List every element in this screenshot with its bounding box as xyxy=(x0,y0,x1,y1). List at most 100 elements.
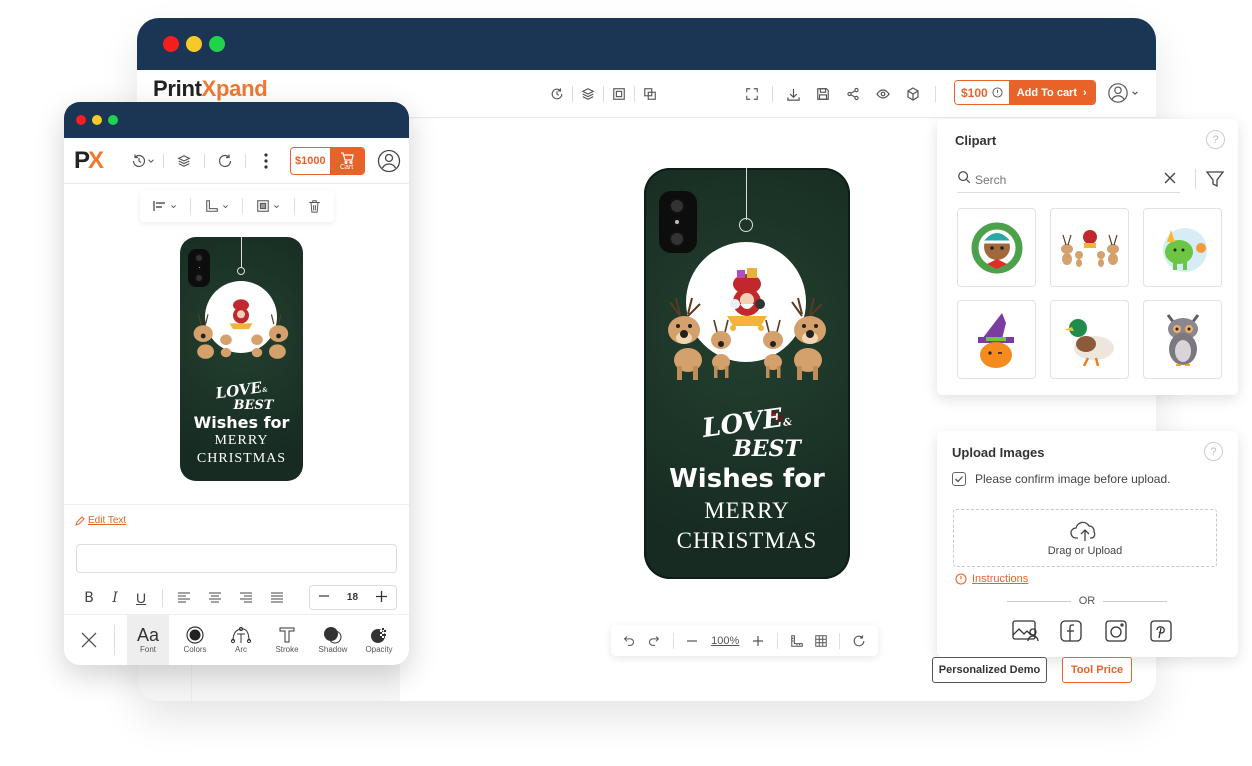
clear-search-icon[interactable] xyxy=(1164,171,1180,188)
ruler-icon[interactable] xyxy=(788,630,806,652)
font-size-value[interactable]: 18 xyxy=(347,592,358,603)
reindeer-sleigh-icon xyxy=(1060,229,1119,267)
tool-shadow[interactable]: Shadow xyxy=(311,615,355,665)
tool-arc[interactable]: Arc xyxy=(219,615,263,665)
maximize-window-button[interactable] xyxy=(108,115,118,125)
tool-colors[interactable]: Colors xyxy=(173,615,217,665)
instructions-link[interactable]: Instructions xyxy=(955,573,1028,585)
minimize-window-button[interactable] xyxy=(92,115,102,125)
upload-dropzone[interactable]: Drag or Upload xyxy=(953,509,1217,567)
user-icon xyxy=(1108,83,1128,103)
layers-icon[interactable] xyxy=(576,82,600,106)
clipart-item-owl[interactable] xyxy=(1143,300,1222,379)
justify-button[interactable] xyxy=(264,586,290,610)
grid-icon[interactable] xyxy=(812,630,830,652)
chevron-down-icon xyxy=(170,204,176,208)
delete-icon[interactable] xyxy=(308,199,321,213)
preview-icon[interactable] xyxy=(871,82,895,106)
gallery-icon[interactable] xyxy=(1012,618,1040,644)
text-input[interactable] xyxy=(76,544,397,573)
bold-button[interactable]: B xyxy=(76,586,102,610)
chevron-down-icon xyxy=(222,204,228,208)
mobile-design-text-wishes: Wishes for xyxy=(193,413,290,432)
confirm-checkbox[interactable] xyxy=(952,472,966,486)
clipart-search-input[interactable] xyxy=(975,172,1164,187)
minimize-window-button[interactable] xyxy=(186,36,202,52)
redo-icon[interactable] xyxy=(645,630,663,652)
user-icon[interactable] xyxy=(377,149,401,178)
3d-view-icon[interactable] xyxy=(901,82,925,106)
clipart-item-dinosaur-party[interactable] xyxy=(1143,208,1222,287)
maximize-window-button[interactable] xyxy=(209,36,225,52)
phone-case-preview[interactable]: LOVE& BEST Wishes for MERRY CHRISTMAS xyxy=(644,168,850,579)
tool-font[interactable]: Aa Font xyxy=(127,615,169,665)
text-edit-panel: Edit Text B I U 18 xyxy=(64,504,409,614)
clipart-item-reindeer-sleigh[interactable] xyxy=(1050,208,1129,287)
clipart-item-pumpkin-witch-hat[interactable] xyxy=(957,300,1036,379)
save-icon[interactable] xyxy=(811,82,835,106)
help-icon[interactable]: ? xyxy=(1206,130,1225,149)
underline-button[interactable]: U xyxy=(128,586,154,610)
personalized-demo-button[interactable]: Personalized Demo xyxy=(932,657,1047,683)
filter-icon[interactable] xyxy=(1205,169,1225,194)
mobile-titlebar xyxy=(64,102,409,138)
zoom-level[interactable]: 100% xyxy=(707,635,743,647)
edit-text-link[interactable]: Edit Text xyxy=(75,515,126,526)
tool-opacity[interactable]: Opacity xyxy=(357,615,401,665)
shadow-icon xyxy=(324,627,342,644)
instagram-icon[interactable] xyxy=(1102,618,1130,644)
user-menu-button[interactable] xyxy=(1107,82,1139,104)
fullscreen-icon[interactable] xyxy=(740,82,764,106)
clipart-item-bear-wreath[interactable] xyxy=(957,208,1036,287)
confirm-label: Please confirm image before upload. xyxy=(975,472,1171,486)
add-to-cart-label: Add To cart xyxy=(1016,86,1077,99)
italic-button[interactable]: I xyxy=(102,586,128,610)
history-dropdown[interactable] xyxy=(128,149,158,173)
px-logo: PX xyxy=(74,147,104,174)
design-text-amp: & xyxy=(782,416,793,429)
canvas-zoom-toolbar: 100% xyxy=(611,625,878,656)
clipart-item-mallard-duck[interactable] xyxy=(1050,300,1129,379)
share-icon[interactable] xyxy=(841,82,865,106)
bear-wreath-icon xyxy=(971,222,1022,273)
group-icon[interactable] xyxy=(607,82,631,106)
colors-icon xyxy=(186,626,204,644)
facebook-icon[interactable] xyxy=(1057,618,1085,644)
align-icon xyxy=(153,201,165,211)
decrease-size-button[interactable] xyxy=(318,591,329,604)
help-icon[interactable]: ? xyxy=(1204,442,1223,461)
layers-icon[interactable] xyxy=(169,149,199,173)
close-window-button[interactable] xyxy=(76,115,86,125)
tool-stroke[interactable]: Stroke xyxy=(265,615,309,665)
redo-icon[interactable] xyxy=(210,149,240,173)
design-text-merry: MERRY xyxy=(704,498,790,523)
zoom-out-button[interactable] xyxy=(683,630,701,652)
add-to-cart-button[interactable]: $100 Add To cart › xyxy=(954,80,1096,105)
close-icon[interactable] xyxy=(64,631,114,649)
reset-icon[interactable] xyxy=(850,630,868,652)
download-icon[interactable] xyxy=(781,82,805,106)
mobile-price: $1000 xyxy=(291,148,330,174)
mobile-phone-case-preview[interactable]: LOVE& BEST Wishes for MERRY CHRISTMAS xyxy=(180,237,303,481)
tool-price-button[interactable]: Tool Price xyxy=(1062,657,1132,683)
align-left-button[interactable] xyxy=(171,586,197,610)
align-center-button[interactable] xyxy=(202,586,228,610)
arrange-dropdown[interactable] xyxy=(256,199,280,213)
history-icon[interactable] xyxy=(545,82,569,106)
align-dropdown[interactable] xyxy=(153,200,177,212)
align-right-button[interactable] xyxy=(233,586,259,610)
close-window-button[interactable] xyxy=(163,36,179,52)
size-dropdown[interactable] xyxy=(205,199,229,213)
increase-size-button[interactable] xyxy=(376,590,387,605)
zoom-in-button[interactable] xyxy=(749,630,767,652)
undo-icon[interactable] xyxy=(621,630,639,652)
align-right-icon xyxy=(240,592,252,603)
pinterest-icon[interactable] xyxy=(1147,618,1175,644)
arc-icon xyxy=(230,626,252,644)
mobile-toolbar: PX $1000 Cart xyxy=(64,138,409,184)
confirm-checkbox-row[interactable]: Please confirm image before upload. xyxy=(952,472,1170,486)
more-options-icon[interactable] xyxy=(251,149,281,173)
duplicate-icon[interactable] xyxy=(638,82,662,106)
upload-title: Upload Images xyxy=(952,445,1045,460)
mobile-cart-button[interactable]: $1000 Cart xyxy=(290,147,365,175)
